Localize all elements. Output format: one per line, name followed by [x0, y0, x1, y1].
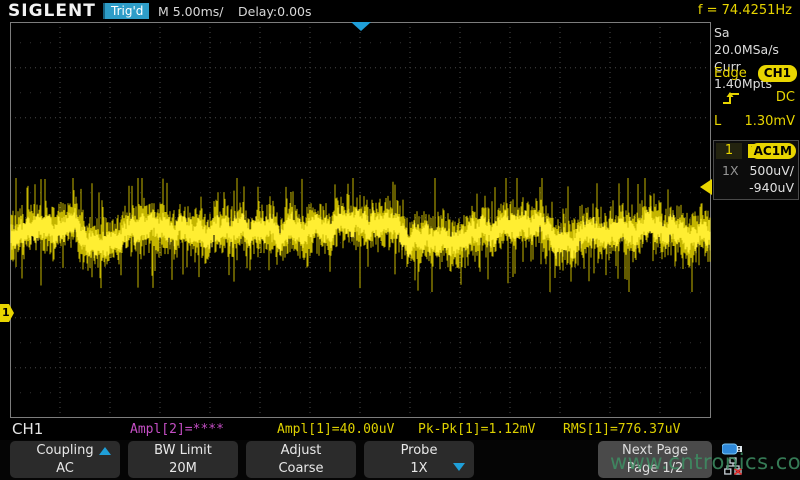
- softkey-bw-limit-label: BW Limit: [128, 442, 238, 460]
- waveform-display-area: 1: [0, 22, 712, 418]
- softkey-menu-bar: Coupling AC BW Limit 20M Adjust Coarse P…: [0, 440, 800, 480]
- softkey-next-page[interactable]: Next Page Page 1/2: [598, 441, 712, 478]
- measurement-ampl2: Ampl[2]=****: [130, 422, 224, 437]
- trigger-coupling: DC: [776, 86, 795, 110]
- graticule-and-trace: [0, 22, 712, 418]
- softkey-adjust-label: Adjust: [246, 442, 356, 460]
- lan-disconnected-icon: [724, 457, 742, 475]
- trigger-source-badge: CH1: [758, 65, 797, 82]
- trigger-info[interactable]: Edge CH1 DC L 1.30mV: [714, 62, 798, 134]
- measurement-bar: CH1 Ampl[2]=**** Ampl[1]=40.00uV Pk-Pk[1…: [0, 418, 800, 440]
- sample-rate: Sa 20.0MSa/s: [714, 24, 798, 58]
- softkey-coupling-value: AC: [10, 460, 120, 478]
- softkey-coupling[interactable]: Coupling AC: [10, 441, 120, 478]
- ch1-number: 1: [716, 143, 742, 159]
- softkey-bw-limit[interactable]: BW Limit 20M: [128, 441, 238, 478]
- measurement-channel-label: CH1: [12, 420, 43, 438]
- frequency-counter: f = 74.4251Hz: [698, 3, 792, 18]
- softkey-bw-limit-value: 20M: [128, 460, 238, 478]
- ch1-info-box[interactable]: 1 B AC1M 1X 500uV/ -940uV: [713, 140, 799, 200]
- softkey-adjust[interactable]: Adjust Coarse: [246, 441, 356, 478]
- header-bar: SIGLENT Trig'd M 5.00ms/ Delay:0.00s f =…: [0, 0, 800, 22]
- measurement-ampl1: Ampl[1]=40.00uV: [277, 422, 394, 437]
- trigger-level-value: 1.30mV: [744, 110, 795, 134]
- softkey-adjust-value: Coarse: [246, 460, 356, 478]
- usb-icon: [722, 443, 744, 455]
- softkey-probe-label: Probe: [364, 442, 474, 460]
- trigger-status-badge: Trig'd: [103, 3, 149, 19]
- trigger-position-marker[interactable]: [351, 22, 371, 31]
- sidebar: Sa 20.0MSa/s Curr 1.40Mpts Edge CH1 DC L…: [712, 22, 800, 418]
- delay-readout[interactable]: Delay:0.00s: [238, 4, 312, 19]
- ch1-offset: -940uV: [749, 180, 794, 195]
- ch1-volts-per-div: 500uV/: [749, 163, 794, 178]
- trigger-level-marker[interactable]: [700, 179, 712, 195]
- measurement-rms: RMS[1]=776.37uV: [563, 422, 680, 437]
- softkey-next-page-value: Page 1/2: [598, 460, 712, 478]
- oscilloscope-screen: SIGLENT Trig'd M 5.00ms/ Delay:0.00s f =…: [0, 0, 800, 480]
- timebase-readout[interactable]: M 5.00ms/: [158, 4, 224, 19]
- rising-edge-icon: [722, 90, 742, 106]
- trigger-mode: Edge: [714, 66, 747, 81]
- chevron-up-icon: [99, 447, 111, 455]
- chevron-down-icon: [453, 463, 465, 471]
- softkey-probe[interactable]: Probe 1X: [364, 441, 474, 478]
- softkey-next-page-label: Next Page: [598, 442, 712, 460]
- ch1-probe: 1X: [722, 163, 739, 178]
- ch1-coupling-badge: AC1M: [750, 143, 796, 159]
- measurement-pkpk: Pk-Pk[1]=1.12mV: [418, 422, 535, 437]
- trigger-level-label: L: [714, 114, 721, 129]
- brand-logo: SIGLENT: [8, 1, 96, 21]
